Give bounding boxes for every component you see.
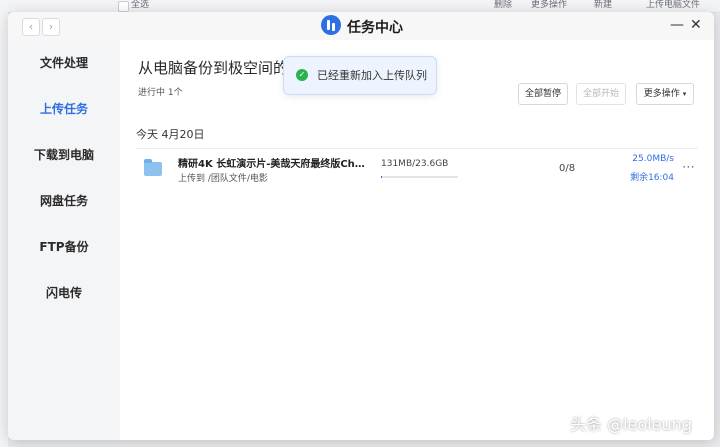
running-count: 进行中 1个 (138, 88, 183, 98)
minimize-button[interactable]: — (670, 17, 684, 33)
back-button[interactable]: ‹ (22, 18, 40, 36)
close-button[interactable]: ✕ (690, 17, 702, 33)
title-bar: ‹ › 任务中心 — ✕ (8, 12, 714, 41)
toast-message: 已经重新加入上传队列 (317, 69, 427, 82)
chevron-down-icon: ▾ (682, 90, 687, 98)
delete-button[interactable]: 删除 (494, 0, 512, 11)
check-circle-icon: ✓ (296, 69, 308, 81)
sidebar-item-flash-transfer[interactable]: 闪电传 (8, 282, 120, 304)
watermark: 头条 @leoleung (570, 415, 692, 434)
select-all-label[interactable]: 全选 (131, 0, 149, 11)
task-speed: 25.0MB/s (632, 154, 674, 164)
main-content: 从电脑备份到极空间的文 进行中 1个 全部暂停 全部开始 更多操作 ▾ 今天 4… (120, 40, 714, 440)
chevron-left-icon: ‹ (28, 20, 34, 33)
page-title: 从电脑备份到极空间的文 (138, 59, 304, 77)
minimize-icon: — (670, 17, 684, 33)
task-size: 131MB/23.6GB (381, 159, 449, 169)
table-row[interactable]: 精研4K 长虹演示片-美哉天府最终版Changhong... 上传到 /团队文件… (136, 150, 698, 192)
window-title: 任务中心 (347, 20, 403, 36)
more-actions-label: 更多操作 (643, 89, 680, 99)
task-progress-bar (381, 176, 458, 178)
upload-computer-file-button[interactable]: 上传电脑文件 (646, 0, 700, 11)
new-button[interactable]: 新建 (594, 0, 612, 11)
sidebar-item-file-processing[interactable]: 文件处理 (8, 52, 120, 74)
background-sidebar (0, 12, 8, 447)
folder-icon (144, 159, 162, 176)
task-center-logo-icon (321, 15, 341, 35)
chevron-right-icon: › (48, 20, 54, 33)
task-destination: 上传到 /团队文件/电影 (178, 174, 268, 184)
sidebar: 文件处理 上传任务 下载到电脑 网盘任务 FTP备份 闪电传 (8, 40, 120, 440)
sidebar-item-upload-tasks[interactable]: 上传任务 (8, 98, 120, 120)
sidebar-item-download[interactable]: 下载到电脑 (8, 144, 120, 166)
start-all-button[interactable]: 全部开始 (576, 83, 626, 105)
task-file-count: 0/8 (559, 163, 576, 174)
close-icon: ✕ (690, 17, 702, 33)
task-name: 精研4K 长虹演示片-美哉天府最终版Changhong... (178, 159, 368, 170)
select-all-checkbox[interactable] (118, 1, 129, 12)
more-options-icon[interactable]: ⋯ (682, 160, 696, 175)
date-group-header: 今天 4月20日 (136, 128, 205, 141)
pause-all-button[interactable]: 全部暂停 (518, 83, 568, 105)
success-toast: ✓ 已经重新加入上传队列 (283, 56, 437, 95)
divider (136, 148, 698, 149)
task-remaining-time: 剩余16:04 (630, 173, 674, 183)
sidebar-item-ftp-backup[interactable]: FTP备份 (8, 236, 120, 258)
more-actions-dropdown[interactable]: 更多操作 ▾ (636, 83, 694, 105)
forward-button[interactable]: › (42, 18, 60, 36)
more-actions-button[interactable]: 更多操作 (531, 0, 567, 11)
sidebar-item-cloud-tasks[interactable]: 网盘任务 (8, 190, 120, 212)
